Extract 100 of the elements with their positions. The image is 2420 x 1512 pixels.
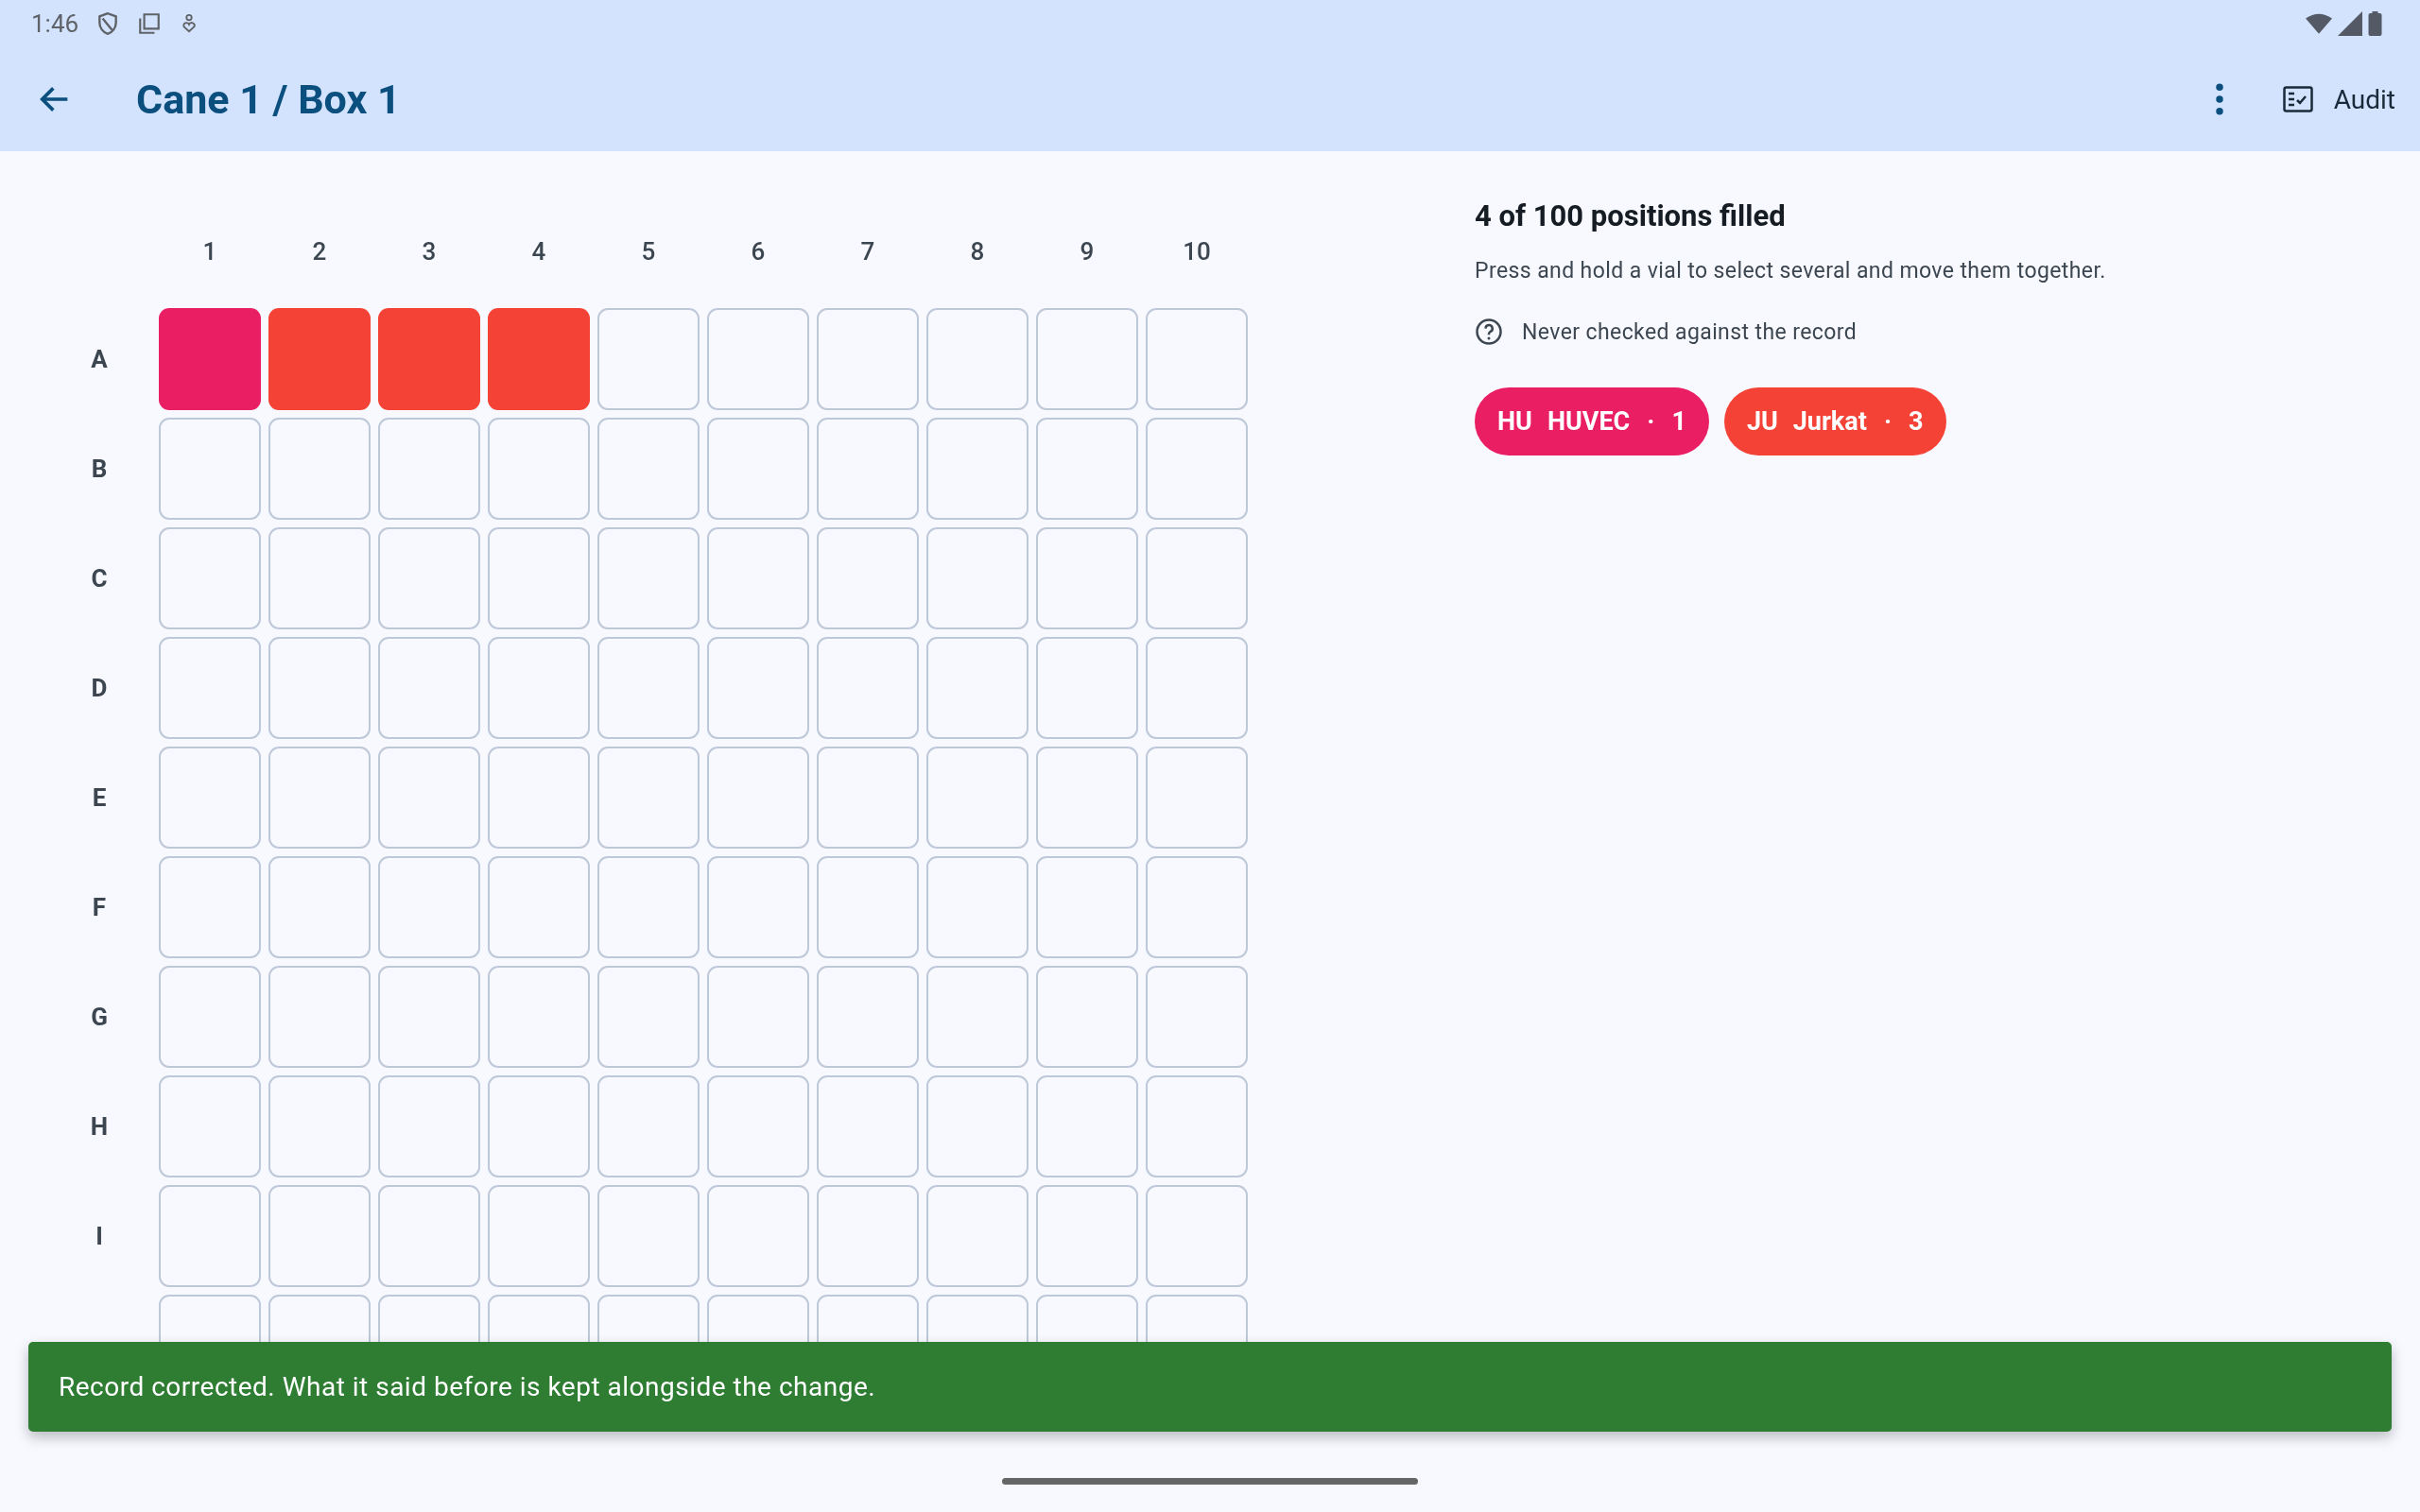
empty-slot[interactable] [817, 308, 919, 410]
empty-slot[interactable] [1146, 1185, 1248, 1287]
empty-slot[interactable] [817, 1075, 919, 1177]
empty-slot[interactable] [268, 856, 371, 958]
empty-slot[interactable] [1146, 308, 1248, 410]
empty-slot[interactable] [488, 1185, 590, 1287]
empty-slot[interactable] [597, 637, 700, 739]
empty-slot[interactable] [268, 747, 371, 849]
empty-slot[interactable] [597, 1185, 700, 1287]
home-indicator[interactable] [1002, 1478, 1418, 1485]
empty-slot[interactable] [597, 747, 700, 849]
empty-slot[interactable] [817, 966, 919, 1068]
empty-slot[interactable] [707, 637, 809, 739]
empty-slot[interactable] [817, 637, 919, 739]
cell-line-chip[interactable]: JU Jurkat · 3 [1723, 387, 1946, 455]
empty-slot[interactable] [378, 1185, 480, 1287]
empty-slot[interactable] [159, 527, 261, 629]
empty-slot[interactable] [817, 747, 919, 849]
vial-slot[interactable] [378, 308, 480, 410]
empty-slot[interactable] [707, 747, 809, 849]
empty-slot[interactable] [817, 856, 919, 958]
empty-slot[interactable] [817, 1185, 919, 1287]
empty-slot[interactable] [707, 418, 809, 520]
empty-slot[interactable] [268, 1075, 371, 1177]
empty-slot[interactable] [926, 527, 1028, 629]
empty-slot[interactable] [159, 1185, 261, 1287]
empty-slot[interactable] [1146, 418, 1248, 520]
empty-slot[interactable] [1036, 527, 1138, 629]
empty-slot[interactable] [378, 856, 480, 958]
empty-slot[interactable] [488, 527, 590, 629]
empty-slot[interactable] [159, 966, 261, 1068]
vial-slot[interactable] [159, 308, 261, 410]
empty-slot[interactable] [1036, 308, 1138, 410]
empty-slot[interactable] [926, 856, 1028, 958]
audit-button[interactable]: Audit [2276, 76, 2401, 123]
cell-line-chip[interactable]: HU HUVEC · 1 [1475, 387, 1709, 455]
empty-slot[interactable] [1146, 966, 1248, 1068]
empty-slot[interactable] [926, 966, 1028, 1068]
empty-slot[interactable] [488, 856, 590, 958]
empty-slot[interactable] [597, 308, 700, 410]
empty-slot[interactable] [268, 418, 371, 520]
status-time: 1:46 [31, 9, 79, 38]
empty-slot[interactable] [1036, 856, 1138, 958]
empty-slot[interactable] [926, 308, 1028, 410]
empty-slot[interactable] [488, 747, 590, 849]
empty-slot[interactable] [707, 527, 809, 629]
empty-slot[interactable] [707, 966, 809, 1068]
empty-slot[interactable] [926, 1185, 1028, 1287]
empty-slot[interactable] [159, 856, 261, 958]
empty-slot[interactable] [707, 1185, 809, 1287]
empty-slot[interactable] [268, 966, 371, 1068]
empty-slot[interactable] [1146, 527, 1248, 629]
empty-slot[interactable] [597, 966, 700, 1068]
row-letter: G [91, 1003, 108, 1031]
column-number: 2 [311, 237, 328, 266]
empty-slot[interactable] [1146, 637, 1248, 739]
empty-slot[interactable] [1146, 856, 1248, 958]
empty-slot[interactable] [378, 637, 480, 739]
empty-slot[interactable] [488, 966, 590, 1068]
empty-slot[interactable] [1036, 637, 1138, 739]
empty-slot[interactable] [378, 527, 480, 629]
empty-slot[interactable] [378, 418, 480, 520]
empty-slot[interactable] [707, 1075, 809, 1177]
empty-slot[interactable] [926, 1075, 1028, 1177]
empty-slot[interactable] [378, 1075, 480, 1177]
empty-slot[interactable] [159, 637, 261, 739]
empty-slot[interactable] [597, 418, 700, 520]
empty-slot[interactable] [926, 637, 1028, 739]
empty-slot[interactable] [488, 637, 590, 739]
empty-slot[interactable] [597, 1075, 700, 1177]
empty-slot[interactable] [1036, 1185, 1138, 1287]
empty-slot[interactable] [1036, 1075, 1138, 1177]
empty-slot[interactable] [817, 527, 919, 629]
more-options-button[interactable] [2214, 83, 2224, 115]
empty-slot[interactable] [1036, 747, 1138, 849]
empty-slot[interactable] [707, 308, 809, 410]
empty-slot[interactable] [268, 637, 371, 739]
empty-slot[interactable] [597, 527, 700, 629]
empty-slot[interactable] [378, 747, 480, 849]
vial-slot[interactable] [488, 308, 590, 410]
empty-slot[interactable] [817, 418, 919, 520]
empty-slot[interactable] [488, 1075, 590, 1177]
screen-title: Cane 1 / Box 1 [136, 76, 401, 123]
empty-slot[interactable] [488, 418, 590, 520]
empty-slot[interactable] [159, 747, 261, 849]
empty-slot[interactable] [597, 856, 700, 958]
empty-slot[interactable] [1146, 747, 1248, 849]
empty-slot[interactable] [926, 418, 1028, 520]
empty-slot[interactable] [268, 1185, 371, 1287]
empty-slot[interactable] [926, 747, 1028, 849]
empty-slot[interactable] [378, 966, 480, 1068]
empty-slot[interactable] [268, 527, 371, 629]
empty-slot[interactable] [1036, 966, 1138, 1068]
empty-slot[interactable] [1146, 1075, 1248, 1177]
empty-slot[interactable] [159, 418, 261, 520]
snackbar-message: Record corrected. What it said before is kept alongside the change. [59, 1371, 876, 1402]
empty-slot[interactable] [707, 856, 809, 958]
empty-slot[interactable] [1036, 418, 1138, 520]
empty-slot[interactable] [159, 1075, 261, 1177]
vial-slot[interactable] [268, 308, 371, 410]
